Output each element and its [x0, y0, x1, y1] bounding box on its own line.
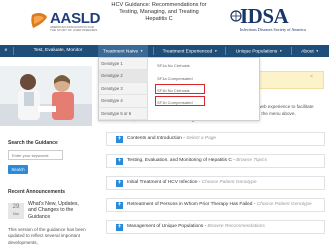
title-line-2: Testing, Managing, and Treating	[119, 9, 199, 15]
genotype-3-item[interactable]: Genotype 3	[99, 83, 148, 96]
accordion-title: Testing, Evaluation, and Monitoring of H…	[127, 158, 268, 163]
expand-plus-icon: +	[116, 158, 123, 165]
accordion-title-text: Testing, Evaluation, and Monitoring of H…	[127, 158, 232, 163]
genotype-2-item[interactable]: Genotype 2	[99, 70, 148, 83]
site-header: AASLD AMERICAN ASSOCIATION FOR THE STUDY…	[0, 0, 329, 44]
chevron-down-icon: ▼	[214, 49, 218, 53]
genotype-4-item[interactable]: Genotype 4	[99, 95, 148, 108]
accordion-title: Management of Unique Populations - Brows…	[127, 224, 265, 229]
chevron-down-icon: ▼	[315, 49, 319, 53]
doctor-patient-illustration-icon	[0, 66, 92, 126]
page-title: HCV Guidance: Recommendations for Testin…	[108, 2, 210, 23]
highlight-box	[155, 96, 205, 106]
highlight-box	[155, 84, 205, 94]
option-sf1a-compensated[interactable]: SF1a Compensated	[157, 76, 207, 81]
search-input[interactable]	[8, 150, 63, 160]
accordion-retreatment[interactable]: + Retreatment of Persons in Whom Prior T…	[106, 198, 325, 212]
idsa-tagline: Infectious Diseases Society of America	[240, 27, 306, 32]
chevron-down-icon: ▼	[279, 49, 283, 53]
recent-announcements-label: Recent Announcements	[8, 189, 66, 195]
nav-item-about[interactable]: About ▼	[293, 45, 327, 57]
accordion-title-text: Management of Unique Populations	[127, 224, 204, 229]
expand-plus-icon: +	[116, 136, 123, 143]
nav-item-treatment-naive[interactable]: Treatment Naive ▼	[98, 45, 148, 57]
genotype-1-item[interactable]: Genotype 1	[99, 58, 148, 71]
accordion-initial-treatment[interactable]: + Initial Treatment of HCV Infection - C…	[106, 176, 325, 190]
expand-plus-icon: +	[116, 224, 123, 231]
nav-item-home[interactable]: e	[0, 45, 12, 57]
accordion-title: Retreatment of Persons in Whom Prior The…	[127, 202, 312, 207]
accordion-subtitle: Select a Page	[186, 136, 217, 141]
genotype-5-6-item[interactable]: Genotype 5 or 6	[99, 108, 148, 120]
nav-item-naive-label: Treatment Naive	[102, 49, 139, 55]
announcement-title-link[interactable]: What's New, Updates, and Changes to the …	[28, 201, 88, 220]
announcement-date-badge: 29 Mar	[8, 203, 24, 219]
accordion-title-text: Initial Treatment of HCV Infection	[127, 180, 198, 185]
expand-plus-icon: +	[116, 202, 123, 209]
option-sf1a-no-cirrhosis[interactable]: SF1a No Cirrhosis	[157, 63, 207, 68]
idsa-logo[interactable]: IDSA Infectious Diseases Society of Amer…	[230, 4, 325, 36]
chevron-down-icon: ▼	[140, 49, 144, 53]
accordion-testing-evaluation[interactable]: + Testing, Evaluation, and Monitoring of…	[106, 154, 325, 168]
treatment-naive-dropdown: Genotype 1 Genotype 2 Genotype 3 Genotyp…	[98, 57, 260, 121]
accordion-title: Contents and Introduction - Select a Pag…	[127, 136, 217, 141]
nav-item-about-label: About	[301, 49, 314, 55]
accordion-subtitle: Choose Patient Genotype	[256, 202, 312, 207]
announcement-month: Mar	[12, 212, 20, 216]
nav-item-treatment-experienced[interactable]: Treatment Experienced ▼	[158, 45, 222, 57]
main-nav: e Test, Evaluate, Monitor Treatment Naiv…	[0, 45, 329, 57]
nav-divider	[153, 47, 154, 55]
nav-item-test-label: Test, Evaluate, Monitor	[33, 48, 83, 53]
nav-item-unique-populations[interactable]: Unique Populations ▼	[228, 45, 290, 57]
nav-item-unique-label: Unique Populations	[235, 49, 278, 55]
accordion-subtitle: Browse Recommendations	[207, 224, 265, 229]
aasld-tagline: AMERICAN ASSOCIATION FOR THE STUDY OF LI…	[50, 25, 98, 32]
aasld-liver-icon	[31, 12, 47, 28]
nav-item-test-evaluate-monitor[interactable]: Test, Evaluate, Monitor	[20, 45, 96, 57]
announcement-body: This version of the guidance has been up…	[8, 227, 86, 245]
nav-divider	[13, 47, 14, 55]
search-label: Search the Guidance	[8, 140, 58, 146]
accordion-title: Initial Treatment of HCV Infection - Cho…	[127, 180, 257, 185]
accordion-contents-introduction[interactable]: + Contents and Introduction - Select a P…	[106, 132, 325, 146]
announcement-day: 29	[12, 204, 20, 210]
close-icon[interactable]: ×	[310, 74, 313, 80]
accordion-subtitle: Browse Topics	[236, 158, 268, 163]
idsa-logo-text: IDSA	[240, 4, 289, 28]
search-button[interactable]: Search	[8, 165, 28, 174]
hero-image-doctor-patient	[0, 66, 92, 126]
genotype-column: Genotype 1 Genotype 2 Genotype 3 Genotyp…	[99, 58, 148, 120]
nav-item-experienced-label: Treatment Experienced	[162, 49, 213, 55]
accordion-title-text: Contents and Introduction	[127, 136, 182, 141]
accordion-title-text: Retreatment of Persons in Whom Prior The…	[127, 202, 253, 207]
title-line-3: Hepatitis C	[145, 16, 173, 22]
nav-divider	[291, 47, 292, 55]
accordion-subtitle: Choose Patient Genotype	[201, 180, 257, 185]
expand-plus-icon: +	[116, 180, 123, 187]
title-line-1: HCV Guidance: Recommendations for	[111, 2, 207, 8]
accordion-unique-populations[interactable]: + Management of Unique Populations - Bro…	[106, 220, 325, 234]
nav-item-home-label: e	[4, 48, 8, 53]
aasld-logo[interactable]: AASLD AMERICAN ASSOCIATION FOR THE STUDY…	[30, 10, 100, 34]
nav-divider	[225, 47, 226, 55]
